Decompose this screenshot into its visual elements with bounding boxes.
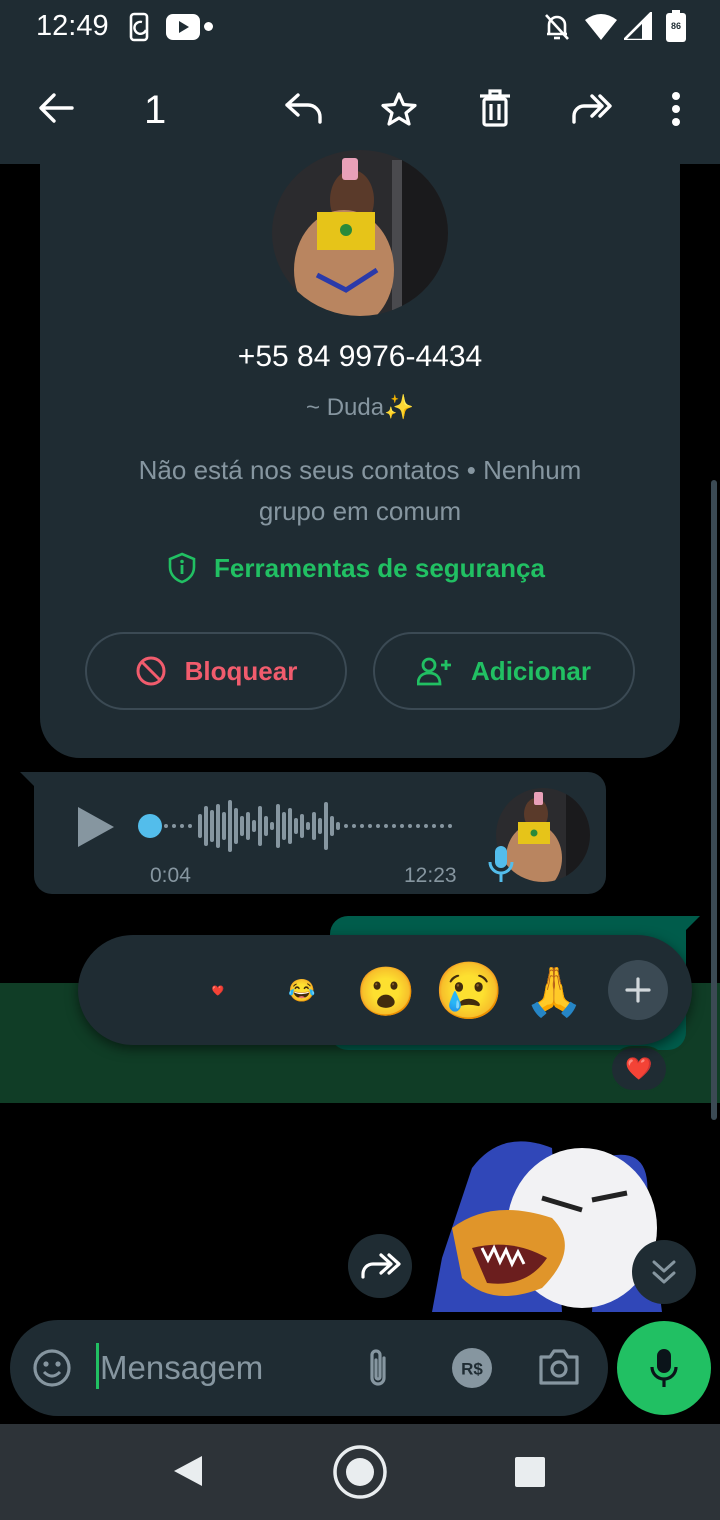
more-vert-icon[interactable] xyxy=(671,92,681,126)
add-contact-button[interactable]: Adicionar xyxy=(373,632,635,710)
attach-icon[interactable] xyxy=(364,1346,392,1390)
forward-small-icon xyxy=(359,1253,401,1279)
safety-tools-label: Ferramentas de segurança xyxy=(214,552,545,583)
forward-sticker-button[interactable] xyxy=(348,1234,412,1298)
battery-level: 86 xyxy=(670,21,681,31)
mic-icon xyxy=(649,1347,679,1389)
reaction-heart-emoji: ❤️ xyxy=(211,985,225,997)
block-label: Bloquear xyxy=(184,655,298,686)
block-icon xyxy=(135,655,167,687)
reaction-laugh[interactable]: 😂 xyxy=(282,958,322,1024)
back-arrow-icon[interactable] xyxy=(38,92,74,124)
reaction-sad-emoji: 😢 xyxy=(434,959,504,1022)
contact-phone: +55 84 9976-4434 xyxy=(237,340,483,373)
message-input[interactable] xyxy=(100,1346,340,1390)
reaction-surprised-emoji: 😮 xyxy=(356,965,416,1019)
message-reaction[interactable]: ❤️ xyxy=(610,1046,668,1092)
reply-icon[interactable] xyxy=(284,92,324,124)
double-chevron-down-icon xyxy=(651,1258,677,1286)
add-label: Adicionar xyxy=(471,655,591,686)
wifi-icon xyxy=(585,12,617,40)
reaction-heart[interactable]: ❤️ xyxy=(204,958,232,1024)
emoji-icon[interactable] xyxy=(32,1348,72,1388)
chat-scrollbar[interactable] xyxy=(711,480,717,1120)
nav-home-icon[interactable] xyxy=(331,1443,389,1501)
camera-icon[interactable] xyxy=(538,1348,580,1386)
star-icon[interactable] xyxy=(381,91,417,127)
audio-waveform[interactable] xyxy=(136,796,466,856)
mute-icon xyxy=(543,12,571,42)
reaction-pray-emoji: 🙏 xyxy=(524,965,584,1019)
block-button[interactable]: Bloquear xyxy=(85,632,347,710)
contact-info-text: Não está nos seus contatos • Nenhum grup… xyxy=(138,455,582,526)
more-reactions-button[interactable] xyxy=(608,960,668,1020)
status-time: 12:49 xyxy=(36,10,109,42)
voice-duration: 0:04 xyxy=(150,864,191,887)
reaction-sad[interactable]: 😢 xyxy=(434,958,504,1024)
scroll-to-bottom-button[interactable] xyxy=(632,1240,696,1304)
contact-nickname: ~ Duda✨ xyxy=(306,394,414,421)
plus-icon xyxy=(625,977,651,1003)
voice-timestamp: 12:23 xyxy=(404,864,457,887)
add-person-icon xyxy=(417,656,453,686)
reaction-surprised[interactable]: 😮 xyxy=(356,958,416,1024)
delete-icon[interactable] xyxy=(479,89,511,127)
reaction-emoji: ❤️ xyxy=(625,1056,653,1081)
selected-count: 1 xyxy=(144,88,167,132)
forward-icon[interactable] xyxy=(570,94,612,124)
contact-avatar[interactable] xyxy=(272,150,448,316)
payment-icon[interactable]: R$ xyxy=(450,1346,494,1390)
svg-text:R$: R$ xyxy=(461,1360,483,1379)
selection-toolbar xyxy=(0,56,720,164)
notification-dot-icon xyxy=(204,22,213,31)
safety-tools-link[interactable]: Ferramentas de segurança xyxy=(168,550,545,586)
shield-icon xyxy=(168,552,196,584)
record-voice-button[interactable] xyxy=(617,1321,711,1415)
nav-recents-icon[interactable] xyxy=(514,1456,546,1488)
play-icon[interactable] xyxy=(76,805,116,849)
text-caret xyxy=(96,1343,99,1389)
youtube-icon xyxy=(166,14,200,40)
reaction-pray[interactable]: 🙏 xyxy=(524,958,584,1024)
signal-icon xyxy=(624,12,652,40)
battery-icon: 86 xyxy=(666,10,686,42)
screen-rotate-icon xyxy=(128,12,154,42)
reaction-laugh-emoji: 😂 xyxy=(288,978,316,1003)
nav-back-icon[interactable] xyxy=(172,1454,204,1488)
voice-mic-icon xyxy=(488,844,514,884)
